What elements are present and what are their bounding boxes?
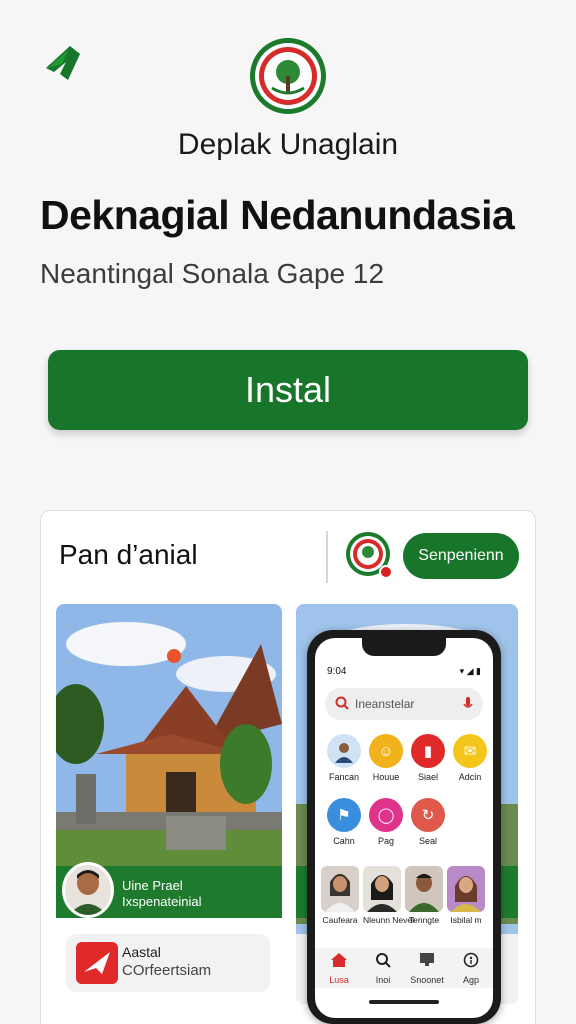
- nav-label: Agp: [462, 975, 479, 985]
- divider: [326, 531, 328, 583]
- home-indicator[interactable]: [369, 1000, 439, 1004]
- mic-icon[interactable]: [463, 696, 473, 712]
- nav-item-info[interactable]: Agp: [451, 952, 491, 985]
- app-logo: [250, 38, 326, 114]
- app-label: Houue: [372, 772, 400, 782]
- chat-icon: ◯: [369, 798, 403, 832]
- nav-item-home[interactable]: Lusa: [319, 952, 359, 985]
- contact-item[interactable]: Caufeara: [321, 866, 359, 925]
- nav-item-search[interactable]: Inoi: [363, 952, 403, 985]
- app-item[interactable]: ✉ Adcin: [449, 734, 491, 782]
- temple-photo: [56, 604, 282, 866]
- developer-name[interactable]: Deplak Unaglain: [0, 128, 576, 162]
- app-item[interactable]: ↻ Seal: [407, 798, 449, 846]
- app-label: Seal: [418, 836, 437, 846]
- nav-label: Inoi: [375, 975, 391, 985]
- contact-item[interactable]: Isbilal m: [447, 866, 485, 925]
- contact-name: Tenngte: [408, 915, 440, 925]
- contact-name: Isbilal m: [450, 915, 482, 925]
- app-item[interactable]: ⚑ Cahn: [323, 798, 365, 846]
- app-label: Pag: [377, 836, 394, 846]
- search-icon: [335, 696, 349, 710]
- search-icon: [376, 953, 391, 968]
- card-action-button[interactable]: Senpenienn: [403, 533, 519, 579]
- search-placeholder: Ineanstelar: [355, 697, 415, 711]
- app-label: Siael: [417, 772, 438, 782]
- inner-card-subtitle: COrfeertsiam: [122, 962, 212, 979]
- avatar: [62, 862, 114, 918]
- app-item[interactable]: ◯ Pag: [365, 798, 407, 846]
- nav-label: Lusa: [329, 975, 349, 985]
- card-icon: ▮: [411, 734, 445, 768]
- monitor-icon: [420, 953, 434, 966]
- status-time: 9:04: [327, 666, 347, 677]
- person-avatar-icon: [327, 734, 361, 768]
- arrow-logo-icon: [76, 942, 118, 984]
- contact-name: Nleunn Nevel: [363, 915, 415, 925]
- contact-item[interactable]: Tenngte: [405, 866, 443, 925]
- nav-label: Snoonet: [410, 975, 444, 985]
- app-item[interactable]: Fancan: [323, 734, 365, 782]
- app-item[interactable]: ☺ Houue: [365, 734, 407, 782]
- phone-mockup: 9:04 ▾ ◢ ▮ Ineanstelar Fancan ☺ Houue ▮ …: [307, 630, 501, 1024]
- green-arrow-logo-icon[interactable]: [40, 40, 88, 88]
- flag-icon: ⚑: [327, 798, 361, 832]
- app-label: Fancan: [328, 772, 360, 782]
- screenshot-left[interactable]: Uine Prael Ixspenateinial Aastal COrfeer…: [56, 604, 282, 1004]
- install-button[interactable]: Instal: [48, 350, 528, 430]
- contact-photo: [405, 866, 443, 912]
- status-icons: ▾ ◢ ▮: [459, 666, 481, 676]
- contact-photo: [321, 866, 359, 912]
- phone-screen: 9:04 ▾ ◢ ▮ Ineanstelar Fancan ☺ Houue ▮ …: [315, 638, 493, 1018]
- envelope-icon: ✉: [453, 734, 487, 768]
- app-subtitle: Neantingal Sonala Gape 12: [40, 258, 385, 289]
- bottom-nav: Lusa Inoi Snoonet Agp: [315, 948, 493, 988]
- inner-card[interactable]: Aastal COrfeertsiam: [66, 934, 270, 992]
- contact-name: Caufeara: [322, 915, 358, 925]
- app-label: Cahn: [333, 836, 355, 846]
- smiley-icon: ☺: [369, 734, 403, 768]
- refresh-icon: ↻: [411, 798, 445, 832]
- contact-photo: [363, 866, 401, 912]
- info-icon: [463, 952, 479, 968]
- search-input[interactable]: Ineanstelar: [325, 688, 483, 720]
- profile-name: Uine Prael: [122, 878, 183, 893]
- contact-item[interactable]: Nleunn Nevel: [363, 866, 415, 925]
- card-title: Pan d’anial: [59, 539, 198, 570]
- profile-subtitle: Ixspenateinial: [122, 894, 202, 909]
- app-item[interactable]: ▮ Siael: [407, 734, 449, 782]
- app-label: Adcin: [458, 772, 482, 782]
- nav-item-monitor[interactable]: Snoonet: [407, 952, 447, 985]
- phone-notch: [362, 638, 446, 656]
- notification-badge: [379, 565, 393, 579]
- app-title: Deknagial Nedanundasia: [40, 192, 515, 238]
- contact-photo: [447, 866, 485, 912]
- inner-card-title: Aastal: [122, 944, 161, 960]
- home-icon: [331, 953, 347, 967]
